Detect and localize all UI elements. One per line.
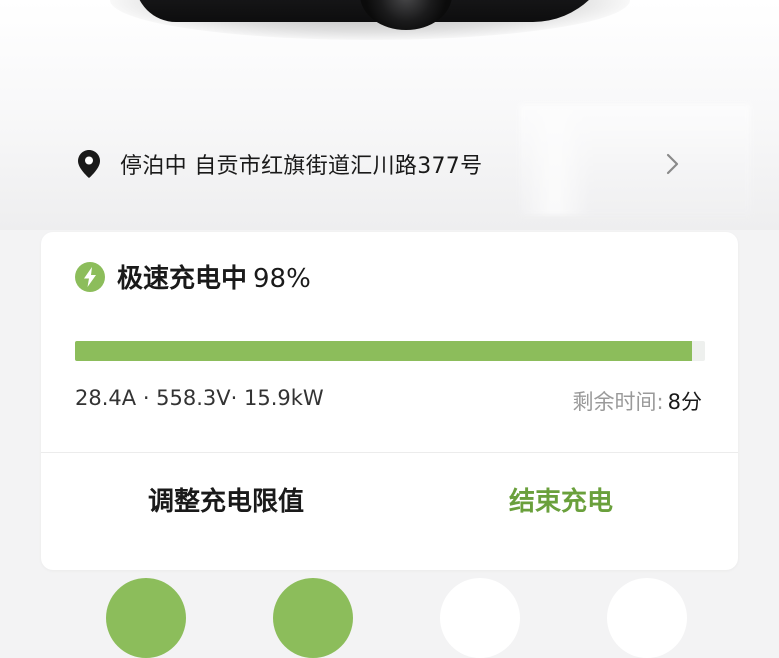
charging-percent: 98% bbox=[253, 264, 311, 294]
metric-separator: · bbox=[142, 386, 157, 410]
end-charging-button[interactable]: 结束充电 bbox=[421, 468, 701, 530]
charging-current: 28.4A bbox=[75, 386, 137, 410]
charging-status: 极速充电中 98% bbox=[75, 258, 311, 295]
parking-address: 自贡市红旗街道汇川路377号 bbox=[194, 154, 483, 179]
remaining-time: 剩余时间: 8分 bbox=[573, 386, 702, 416]
card-divider bbox=[41, 452, 738, 453]
quick-action-button[interactable] bbox=[607, 578, 687, 658]
charging-power: 15.9kW bbox=[244, 386, 324, 410]
charging-voltage: 558.3V bbox=[156, 386, 231, 410]
parking-status: 停泊中 bbox=[120, 154, 187, 179]
map-pin-icon bbox=[78, 149, 104, 179]
quick-action-button[interactable] bbox=[440, 578, 520, 658]
remaining-time-label: 剩余时间: bbox=[572, 390, 664, 414]
chevron-right-icon[interactable] bbox=[664, 152, 682, 176]
location-row[interactable]: 停泊中 自贡市红旗街道汇川路377号 bbox=[78, 144, 698, 184]
quick-action-button[interactable] bbox=[106, 578, 186, 658]
adjust-charge-limit-button[interactable]: 调整充电限值 bbox=[81, 468, 371, 530]
charging-card: 极速充电中 98% 28.4A · 558.3V· 15.9kW 剩余时间: 8分 … bbox=[41, 232, 738, 570]
metric-separator: · bbox=[230, 386, 245, 410]
remaining-time-value: 8分 bbox=[667, 390, 702, 414]
lightning-bolt-icon bbox=[75, 261, 105, 292]
charging-status-title: 极速充电中 98% bbox=[117, 258, 311, 295]
location-text: 停泊中 自贡市红旗街道汇川路377号 bbox=[120, 148, 482, 180]
charge-progress-fill bbox=[75, 341, 693, 361]
charge-progress-bar bbox=[75, 341, 705, 361]
quick-action-button[interactable] bbox=[273, 578, 353, 658]
charging-metrics: 28.4A · 558.3V· 15.9kW bbox=[75, 386, 324, 410]
vehicle-hero: 停泊中 自贡市红旗街道汇川路377号 bbox=[0, 0, 779, 230]
charging-mode: 极速充电中 bbox=[117, 264, 248, 294]
